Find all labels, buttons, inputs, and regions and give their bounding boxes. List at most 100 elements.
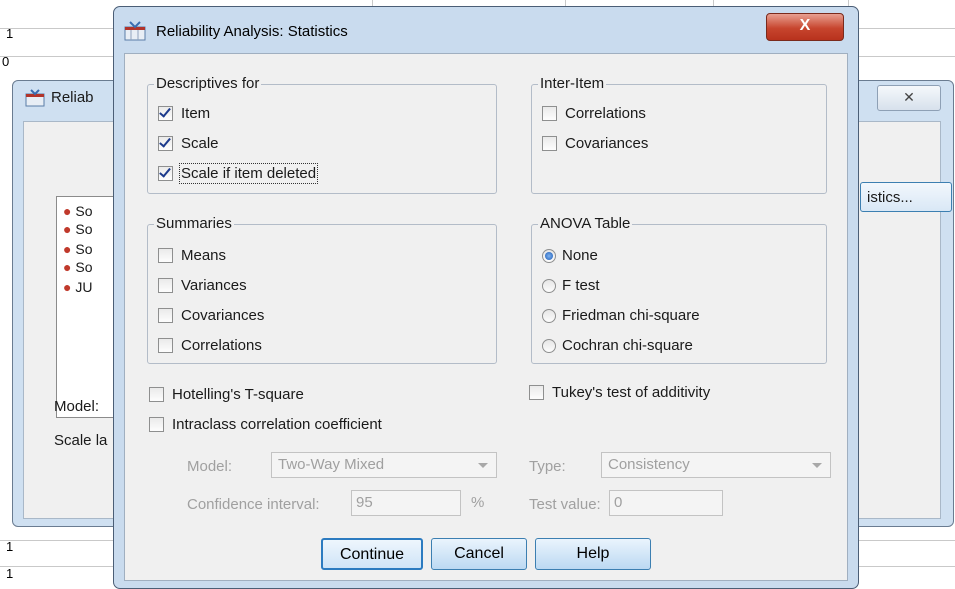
none-radio[interactable]: None <box>542 247 598 264</box>
row-number: 0 <box>2 54 10 69</box>
checkbox-unchecked-icon <box>542 136 557 151</box>
type-dropdown[interactable]: Consistency <box>601 452 831 478</box>
means-checkbox[interactable]: Means <box>158 247 226 264</box>
option-label: Intraclass correlation coefficient <box>172 416 382 433</box>
hotelling-checkbox[interactable]: Hotelling's T-square <box>149 386 304 403</box>
list-item[interactable]: ● So <box>63 241 92 257</box>
tukey-checkbox[interactable]: Tukey's test of additivity <box>529 384 710 401</box>
test-value-input[interactable]: 0 <box>609 490 723 516</box>
covariances-checkbox[interactable]: Covariances <box>542 135 648 152</box>
model-value: Two-Way Mixed <box>278 456 385 473</box>
group-title: ANOVA Table <box>538 215 633 233</box>
checkbox-unchecked-icon <box>542 106 557 121</box>
f-test-radio[interactable]: F test <box>542 277 600 294</box>
test-value-label: Test value: <box>529 496 601 513</box>
percent-label: % <box>471 494 485 511</box>
row-number: 1 <box>6 566 14 581</box>
scale-if-item-deleted-checkbox[interactable]: Scale if item deleted <box>158 163 319 184</box>
scale-variable-icon: ● <box>63 279 72 295</box>
group-title: Descriptives for <box>154 75 262 93</box>
help-button[interactable]: Help <box>535 538 651 570</box>
title-bar[interactable]: Reliability Analysis: Statistics X <box>114 7 858 53</box>
model-label: Model: <box>54 398 100 415</box>
list-item-label: So <box>75 241 93 257</box>
app-icon <box>25 89 45 107</box>
option-label: Hotelling's T-square <box>172 386 304 403</box>
continue-button[interactable]: Continue <box>321 538 423 570</box>
app-icon <box>124 21 146 41</box>
variances-checkbox[interactable]: Variances <box>158 277 247 294</box>
radio-unselected-icon <box>542 278 556 293</box>
option-label: Scale if item deleted <box>178 163 319 184</box>
option-label: F test <box>562 277 600 294</box>
type-label: Type: <box>529 458 566 475</box>
cancel-button[interactable]: Cancel <box>431 538 527 570</box>
row-number: 1 <box>6 539 14 554</box>
option-label: Covariances <box>181 307 265 324</box>
model-label: Model: <box>187 458 233 475</box>
scale-label: Scale la <box>54 432 108 449</box>
checkbox-unchecked-icon <box>158 278 173 293</box>
inter-item-group: Inter-Item Correlations Covariances <box>531 75 827 194</box>
checkbox-unchecked-icon <box>158 338 173 353</box>
dialog-title: Reliab <box>51 89 94 106</box>
dialog-body: Descriptives for Item Scale Scale if ite… <box>124 53 848 581</box>
descriptives-group: Descriptives for Item Scale Scale if ite… <box>147 75 497 194</box>
anova-table-group: ANOVA Table None F test Friedman chi-squ… <box>531 215 827 364</box>
close-button[interactable]: ✕ <box>877 85 941 111</box>
radio-selected-icon <box>542 248 556 263</box>
scale-checkbox[interactable]: Scale <box>158 135 219 152</box>
checkbox-unchecked-icon <box>149 387 164 402</box>
option-label: Means <box>181 247 227 264</box>
row-number: 1 <box>6 26 14 41</box>
option-label: None <box>562 247 598 264</box>
group-title: Inter-Item <box>538 75 607 93</box>
checkbox-unchecked-icon <box>158 248 173 263</box>
option-label: Cochran chi-square <box>562 337 693 354</box>
checkbox-unchecked-icon <box>158 308 173 323</box>
model-dropdown[interactable]: Two-Way Mixed <box>271 452 497 478</box>
scale-variable-icon: ● <box>63 259 72 275</box>
list-item[interactable]: ● JU <box>63 279 92 295</box>
list-item-label: So <box>75 259 93 275</box>
checkbox-unchecked-icon <box>529 385 544 400</box>
list-item[interactable]: ● So <box>63 221 92 237</box>
correlations-checkbox[interactable]: Correlations <box>542 105 646 122</box>
option-label: Covariances <box>565 135 649 152</box>
chevron-down-icon <box>812 463 822 468</box>
friedman-radio[interactable]: Friedman chi-square <box>542 307 700 324</box>
option-label: Correlations <box>565 105 646 122</box>
option-label: Item <box>181 105 211 122</box>
checkbox-checked-icon <box>158 136 173 151</box>
list-item[interactable]: ● So <box>63 203 92 219</box>
summary-covariances-checkbox[interactable]: Covariances <box>158 307 264 324</box>
checkbox-checked-icon <box>158 166 173 181</box>
summary-correlations-checkbox[interactable]: Correlations <box>158 337 262 354</box>
confidence-interval-label: Confidence interval: <box>187 496 320 513</box>
statistics-button[interactable]: istics... <box>860 182 952 212</box>
radio-unselected-icon <box>542 308 556 323</box>
scale-variable-icon: ● <box>63 241 72 257</box>
type-value: Consistency <box>608 456 690 473</box>
summaries-group: Summaries Means Variances Covariances Co… <box>147 215 497 364</box>
list-item-label: JU <box>75 279 93 295</box>
intraclass-checkbox[interactable]: Intraclass correlation coefficient <box>149 416 382 433</box>
list-item[interactable]: ● So <box>63 259 92 275</box>
option-label: Friedman chi-square <box>562 307 700 324</box>
group-title: Summaries <box>154 215 234 233</box>
close-button[interactable]: X <box>766 13 844 41</box>
checkbox-checked-icon <box>158 106 173 121</box>
list-item-label: So <box>75 221 93 237</box>
statistics-dialog: Reliability Analysis: Statistics X Descr… <box>113 6 859 589</box>
scale-variable-icon: ● <box>63 221 72 237</box>
scale-variable-icon: ● <box>63 203 72 219</box>
item-checkbox[interactable]: Item <box>158 105 210 122</box>
option-label: Tukey's test of additivity <box>552 384 711 401</box>
option-label: Scale <box>181 135 219 152</box>
list-item-label: So <box>75 203 93 219</box>
option-label: Variances <box>181 277 247 294</box>
confidence-interval-input[interactable]: 95 <box>351 490 461 516</box>
option-label: Correlations <box>181 337 262 354</box>
dialog-title: Reliability Analysis: Statistics <box>156 23 348 40</box>
cochran-radio[interactable]: Cochran chi-square <box>542 337 693 354</box>
